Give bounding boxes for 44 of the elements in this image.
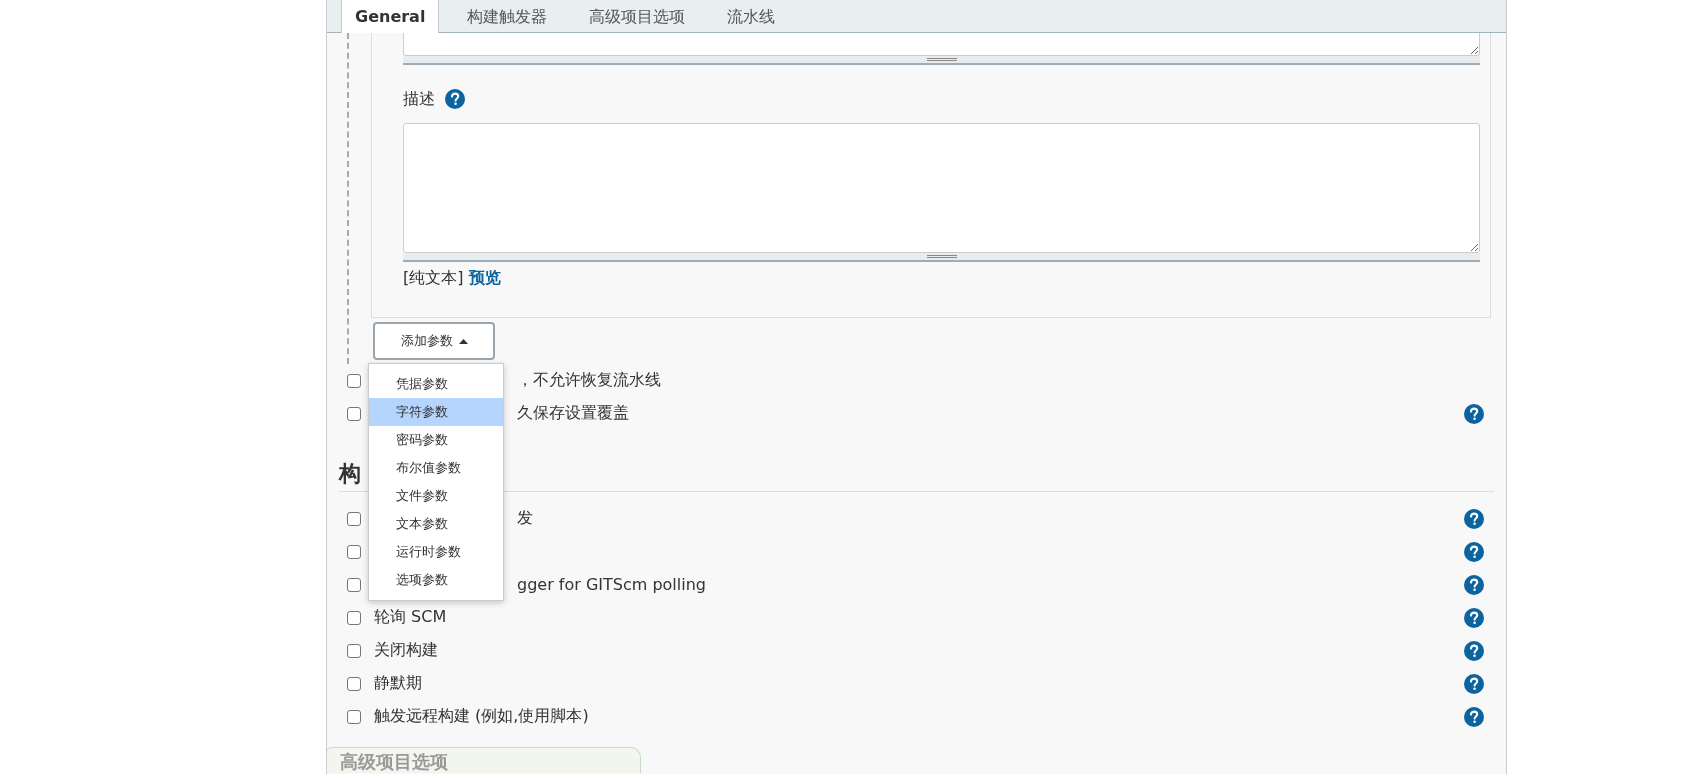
menu-item[interactable]: 运行时参数 [369,538,503,566]
help-icon[interactable] [1464,640,1484,661]
menu-item[interactable]: 字符参数 [369,398,503,426]
checkbox[interactable] [347,544,361,559]
help-icon[interactable] [1464,403,1484,424]
preview-link[interactable]: 预览 [468,268,501,287]
checkbox[interactable] [347,511,361,526]
option-label: ，不允许恢复流水线 [517,370,661,391]
checkbox[interactable] [347,610,361,625]
help-icon[interactable] [1464,673,1484,694]
description-field[interactable] [403,123,1480,253]
menu-item[interactable]: 选项参数 [369,566,503,594]
help-icon[interactable] [1464,607,1484,628]
tab[interactable]: General [341,0,440,33]
tab[interactable]: 流水线 [713,0,790,33]
checkbox[interactable] [347,373,361,388]
help-icon[interactable] [1464,541,1484,562]
checkbox[interactable] [347,406,361,421]
help-icon[interactable] [1464,706,1484,727]
format-note: [纯文本] [403,268,464,287]
menu-item[interactable]: 密码参数 [369,426,503,454]
caret-icon [458,338,468,344]
menu-item[interactable]: 文件参数 [369,482,503,510]
field-label: 描述 [403,88,435,110]
menu-item[interactable]: 布尔值参数 [369,454,503,482]
option-label: 触发远程构建 (例如,使用脚本) [374,706,589,727]
checkbox[interactable] [347,577,361,592]
menu-item[interactable]: 凭据参数 [369,370,503,398]
option-label: gger for GITScm polling [517,575,706,594]
checkbox[interactable] [347,676,361,691]
option-label: 久保存设置覆盖 [517,403,629,424]
help-icon[interactable] [1464,508,1484,529]
menu-item[interactable]: 文本参数 [369,510,503,538]
option-label: 发 [517,508,533,529]
tab[interactable]: 高级项目选项 [575,0,700,33]
option-label: 关闭构建 [374,640,438,661]
option-label: 轮询 SCM [374,607,447,628]
tab[interactable]: 构建触发器 [453,0,562,33]
option-label: 静默期 [374,673,422,694]
help-icon[interactable] [1464,574,1484,595]
add-parameter-button[interactable]: 添加参数 [373,322,495,360]
checkbox[interactable] [347,709,361,724]
checkbox[interactable] [347,643,361,658]
help-icon[interactable] [445,89,465,109]
